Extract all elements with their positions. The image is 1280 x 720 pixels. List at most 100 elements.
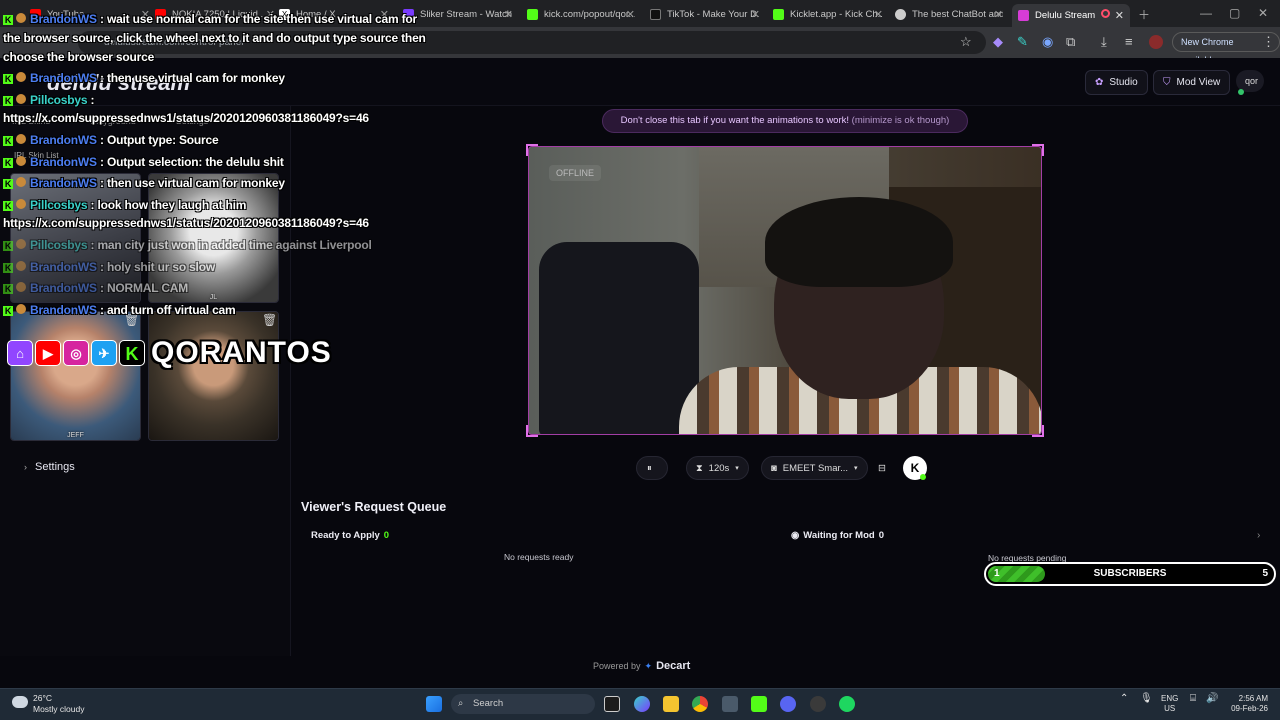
chat-message: K BrandonWS : then use virtual cam for mo… — [3, 176, 285, 190]
settings-toggle[interactable]: › Settings — [24, 461, 75, 473]
social-banner: ⌂ ▶ ◎ ✈ K QORANTOS — [7, 336, 332, 370]
user-badge-icon — [16, 134, 26, 144]
chat-text: : then use virtual cam for monkey — [96, 71, 285, 85]
kick-badge-icon: K — [3, 136, 13, 146]
chat-username: Pillcosbys — [30, 198, 88, 212]
taskbar-search[interactable]: ⌕ Search — [451, 694, 595, 714]
close-icon[interactable]: ✕ — [994, 8, 1003, 21]
close-window-button[interactable]: ✕ — [1258, 6, 1268, 20]
extension-icon[interactable]: ◆ — [993, 34, 1003, 50]
volume-icon[interactable]: 🔊 — [1206, 694, 1218, 704]
tab-tiktok[interactable]: TikTok - Make Your D... ✕ — [650, 4, 760, 24]
chat-text: choose the browser source — [3, 50, 155, 64]
skin-thumbnail — [149, 312, 278, 440]
close-icon[interactable]: ✕ — [874, 8, 883, 21]
timer-select[interactable]: ⧗ 120s ▾ — [686, 456, 749, 480]
kick-badge-icon: K — [3, 306, 13, 316]
delulu-icon — [1018, 10, 1029, 21]
profile-avatar[interactable] — [1149, 35, 1163, 49]
copilot-icon[interactable] — [634, 696, 650, 712]
studio-button[interactable]: ✿ Studio — [1085, 70, 1148, 95]
discord-icon[interactable] — [780, 696, 796, 712]
obs-icon[interactable] — [810, 696, 826, 712]
tab-delulu-stream[interactable]: Delulu Stream ✕ — [1012, 4, 1130, 27]
kick-badge-icon: K — [3, 241, 13, 251]
user-badge-icon — [16, 304, 26, 314]
frame-corner — [526, 144, 538, 156]
palette-icon: ✿ — [1095, 77, 1104, 88]
chat-text: https://x.com/suppressednws1/status/2020… — [3, 216, 369, 230]
language-indicator[interactable]: ENG US — [1161, 694, 1178, 714]
minimize-button[interactable]: — — [1200, 6, 1212, 20]
user-badge-icon — [16, 199, 26, 209]
windows-start-icon[interactable] — [426, 696, 442, 712]
new-tab-button[interactable]: ＋ — [1138, 6, 1150, 23]
chat-message: K BrandonWS : holy shit ur so slow — [3, 260, 215, 274]
recording-icon — [1101, 9, 1110, 18]
close-icon[interactable]: ✕ — [1115, 9, 1124, 22]
kick-icon: K — [119, 340, 145, 366]
skin-card-jeff[interactable]: JEFF — [10, 311, 141, 441]
layout-button[interactable]: ⊟ — [872, 456, 896, 480]
chat-text: the browser source, click the wheel next… — [3, 31, 426, 45]
chat-text: : then use virtual cam for monkey — [96, 176, 285, 190]
app-icon[interactable] — [722, 696, 738, 712]
chat-message: https://x.com/suppressednws1/status/2020… — [3, 216, 369, 230]
maximize-button[interactable]: ▢ — [1229, 6, 1240, 20]
kick-badge-icon: K — [3, 158, 13, 168]
camera-preview: OFFLINE — [528, 146, 1042, 435]
kick-badge-icon: K — [3, 179, 13, 189]
chat-username: BrandonWS — [30, 12, 97, 26]
network-icon[interactable]: ⌸ — [1190, 694, 1196, 704]
chat-message: K Pillcosbys : — [3, 93, 95, 107]
kick-badge-icon: K — [3, 263, 13, 273]
tab-chatbot[interactable]: The best ChatBot and... ✕ — [895, 4, 1003, 24]
shield-icon: ⛉ — [1163, 77, 1171, 88]
user-badge-icon — [16, 72, 26, 82]
chat-username: BrandonWS — [30, 155, 97, 169]
chat-username: BrandonWS — [30, 71, 97, 85]
mod-view-button[interactable]: ⛉ Mod View — [1153, 70, 1231, 95]
extension-icon[interactable]: ◉ — [1042, 34, 1053, 50]
chevron-right-icon[interactable]: › — [1257, 530, 1260, 541]
chatbot-icon — [895, 8, 906, 20]
weather-widget[interactable]: 26°C Mostly cloudy — [33, 693, 85, 715]
taskbar-clock[interactable]: 2:56 AM 09-Feb-26 — [1224, 694, 1268, 714]
subscriber-goal: 5 — [1262, 568, 1268, 579]
tray-chevron-icon[interactable]: ⌃ — [1120, 694, 1128, 704]
bookmark-star-icon[interactable]: ☆ — [960, 34, 972, 50]
skin-card-4[interactable] — [148, 311, 279, 441]
chat-message: K BrandonWS : Output type: Source — [3, 133, 219, 147]
kick-badge-icon: K — [3, 96, 13, 106]
kebab-menu-icon[interactable]: ⋮ — [1262, 34, 1275, 50]
camera-select[interactable]: ◙ EMEET Smar... ▾ — [761, 456, 868, 480]
menu-list-icon[interactable]: ≡ — [1125, 34, 1133, 49]
task-view-icon[interactable] — [604, 696, 620, 712]
chat-text: https://x.com/suppressednws1/status/2020… — [3, 111, 369, 125]
pause-button[interactable]: ⏸ — [636, 456, 668, 480]
camera-icon: ◙ — [771, 462, 777, 474]
kick-icon — [527, 8, 538, 20]
queue-title: Viewer's Request Queue — [301, 500, 447, 514]
tab-kick-popout[interactable]: kick.com/popout/qor... ✕ — [527, 4, 635, 24]
powered-by: Powered by ✦ Decart — [593, 660, 691, 672]
file-explorer-icon[interactable] — [663, 696, 679, 712]
decart-logo-icon: ✦ — [644, 660, 653, 671]
chat-message: K Pillcosbys : look how they laugh at him — [3, 198, 246, 212]
chrome-icon[interactable] — [692, 696, 708, 712]
extension-icon[interactable]: ✎ — [1017, 34, 1028, 50]
chat-message: https://x.com/suppressednws1/status/2020… — [3, 111, 369, 125]
close-icon[interactable]: ✕ — [504, 8, 513, 21]
close-icon[interactable]: ✕ — [626, 8, 635, 21]
close-icon[interactable]: ✕ — [751, 8, 760, 21]
kick-badge-icon: K — [3, 284, 13, 294]
tab-kicklet[interactable]: Kicklet.app - Kick Ch... ✕ — [773, 4, 883, 24]
chat-username: Pillcosbys — [30, 238, 88, 252]
puzzle-icon[interactable]: ⧉ — [1066, 34, 1075, 50]
microphone-icon[interactable]: 🎙 — [1140, 694, 1153, 704]
person-hair — [765, 197, 953, 287]
spotify-icon[interactable] — [839, 696, 855, 712]
app-icon[interactable] — [751, 696, 767, 712]
download-icon[interactable]: ⤓ — [1101, 34, 1107, 50]
instagram-icon: ◎ — [63, 340, 89, 366]
